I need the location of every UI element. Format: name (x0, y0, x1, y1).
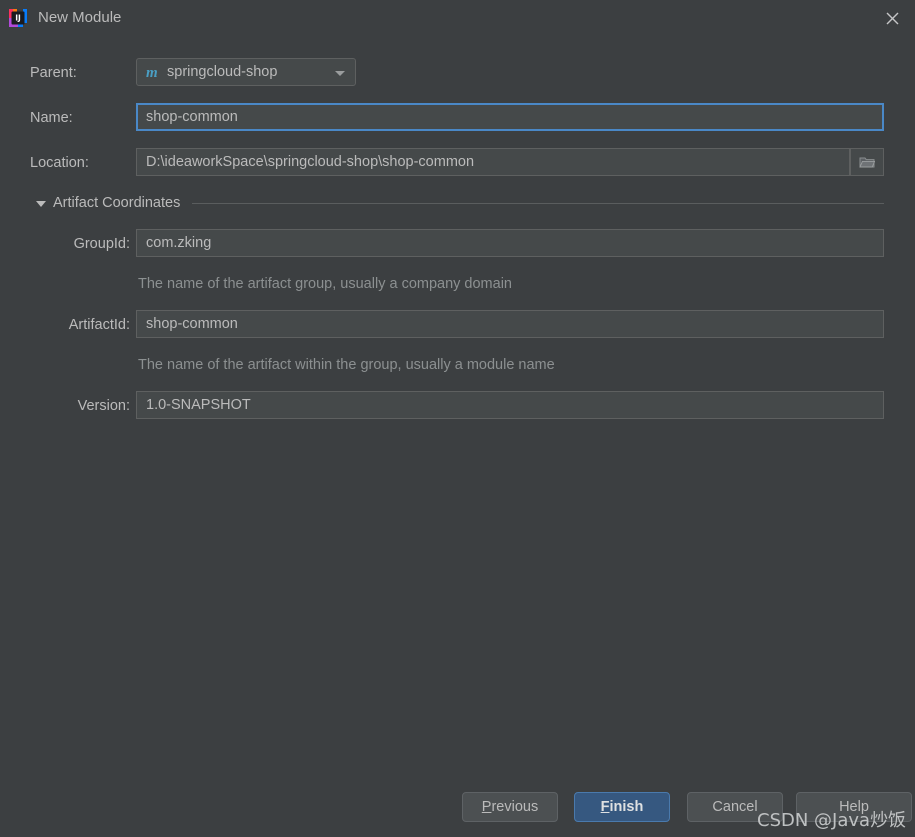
svg-text:IJ: IJ (15, 13, 21, 22)
name-row: Name: shop-common (0, 103, 915, 133)
browse-folder-button[interactable] (850, 148, 884, 176)
parent-value: springcloud-shop (167, 64, 278, 80)
help-button[interactable]: Help (796, 792, 912, 822)
intellij-idea-icon: IJ (8, 8, 28, 28)
maven-module-icon: m (146, 65, 158, 81)
location-row: Location: D:\ideaworkSpace\springcloud-s… (0, 148, 915, 178)
group-id-label: GroupId: (73, 236, 130, 252)
parent-row: Parent: m springcloud-shop (0, 58, 915, 88)
close-icon[interactable] (869, 0, 915, 36)
artifact-id-row: ArtifactId: shop-common (0, 310, 915, 340)
previous-label-rest: revious (491, 799, 539, 815)
version-label: Version: (77, 398, 130, 414)
finish-mnemonic: F (600, 799, 610, 815)
group-id-row: GroupId: com.zking (0, 229, 915, 259)
version-input[interactable]: 1.0-SNAPSHOT (136, 391, 884, 419)
artifact-coordinates-label: Artifact Coordinates (53, 195, 181, 211)
folder-icon (859, 157, 875, 168)
version-row: Version: 1.0-SNAPSHOT (0, 391, 915, 421)
artifact-id-label: ArtifactId: (68, 317, 130, 333)
triangle-down-icon[interactable] (36, 201, 46, 207)
chevron-down-icon (335, 71, 345, 76)
artifact-coordinates-section[interactable]: Artifact Coordinates (0, 193, 915, 215)
title-bar: IJ New Module (0, 0, 915, 36)
window-title: New Module (38, 9, 122, 26)
previous-button[interactable]: Previous (462, 792, 558, 822)
parent-select[interactable]: m springcloud-shop (136, 58, 356, 86)
cancel-button[interactable]: Cancel (687, 792, 783, 822)
new-module-form: Parent: m springcloud-shop Name: shop-co… (0, 36, 915, 776)
finish-label-rest: inish (609, 799, 644, 815)
group-id-hint: The name of the artifact group, usually … (138, 276, 512, 292)
artifact-id-input[interactable]: shop-common (136, 310, 884, 338)
artifact-id-hint: The name of the artifact within the grou… (138, 357, 555, 373)
previous-mnemonic: P (481, 799, 492, 815)
section-divider (192, 203, 884, 204)
location-input[interactable]: D:\ideaworkSpace\springcloud-shop\shop-c… (136, 148, 850, 176)
name-input[interactable]: shop-common (136, 103, 884, 131)
finish-button[interactable]: Finish (574, 792, 670, 822)
group-id-input[interactable]: com.zking (136, 229, 884, 257)
